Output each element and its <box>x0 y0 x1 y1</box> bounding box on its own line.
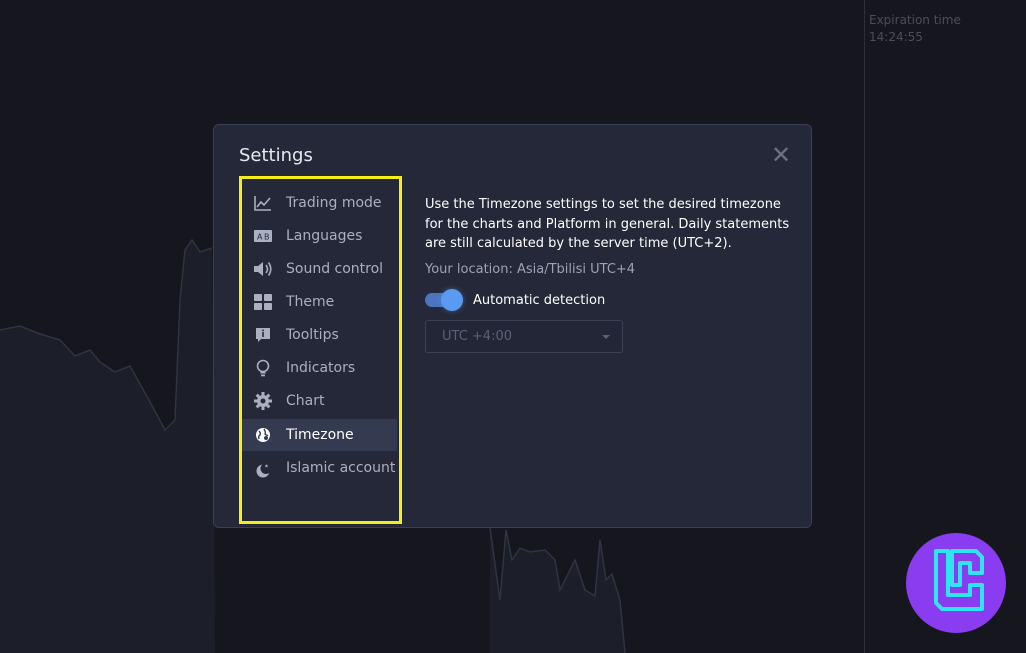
gear-icon <box>252 391 274 411</box>
sidebar-item-sound-control[interactable]: Sound control <box>242 259 397 292</box>
auto-detection-toggle[interactable] <box>425 289 463 311</box>
close-icon: ✕ <box>771 141 792 169</box>
speaker-icon <box>252 259 274 279</box>
info-bubble-icon <box>252 325 274 345</box>
watermark-logo <box>906 533 1006 633</box>
expiration-label: Expiration time <box>869 13 961 27</box>
languages-icon: AB <box>252 226 274 246</box>
chart-line-icon <box>252 193 274 213</box>
sidebar-item-islamic-account[interactable]: Islamic account <box>242 458 397 503</box>
sidebar-item-timezone[interactable]: Timezone <box>242 419 397 451</box>
sidebar-item-tooltips[interactable]: Tooltips <box>242 325 397 358</box>
expiration-value: 14:24:55 <box>869 30 923 44</box>
sidebar-item-label: Chart <box>286 393 325 409</box>
dialog-title: Settings <box>239 145 313 166</box>
settings-dialog: Settings ✕ Trading mode AB Languages Sou… <box>213 124 812 528</box>
globe-icon <box>252 425 274 445</box>
svg-text:A: A <box>257 233 263 242</box>
sidebar-item-trading-mode[interactable]: Trading mode <box>242 193 397 226</box>
svg-text:B: B <box>264 233 270 242</box>
settings-sidebar: Trading mode AB Languages Sound control … <box>242 180 397 520</box>
sidebar-item-label: Indicators <box>286 360 356 376</box>
sidebar-item-label: Languages <box>286 228 363 244</box>
crescent-icon <box>252 460 274 480</box>
timezone-panel: Use the Timezone settings to set the des… <box>425 195 790 353</box>
sidebar-item-label: Trading mode <box>286 195 382 211</box>
timezone-select[interactable]: UTC +4:00 <box>425 319 623 353</box>
sidebar-item-languages[interactable]: AB Languages <box>242 226 397 259</box>
close-button[interactable]: ✕ <box>771 143 791 167</box>
location-text: Your location: Asia/Tbilisi UTC+4 <box>425 261 636 277</box>
chevron-down-icon <box>602 334 610 339</box>
toggle-knob <box>441 289 463 311</box>
sidebar-item-theme[interactable]: Theme <box>242 292 397 325</box>
auto-detection-row: Automatic detection <box>425 289 790 311</box>
timezone-select-value: UTC +4:00 <box>442 328 512 344</box>
expiration-info: Expiration time 14:24:55 <box>869 12 961 46</box>
timezone-description: Use the Timezone settings to set the des… <box>425 197 790 251</box>
app-screen: Expiration time 14:24:55 Settings ✕ Trad… <box>0 0 1026 653</box>
sidebar-item-label: Theme <box>286 294 335 310</box>
lightbulb-icon <box>252 358 274 378</box>
sidebar-item-label: Sound control <box>286 261 384 277</box>
grid-icon <box>252 292 274 312</box>
logo-icon <box>934 549 984 611</box>
sidebar-item-label: Islamic account <box>286 460 396 476</box>
sidebar-item-label: Tooltips <box>286 327 339 343</box>
auto-detection-label: Automatic detection <box>473 292 606 308</box>
sidebar-item-indicators[interactable]: Indicators <box>242 358 397 391</box>
sidebar-item-label: Timezone <box>286 427 354 443</box>
expiration-line <box>864 0 865 653</box>
